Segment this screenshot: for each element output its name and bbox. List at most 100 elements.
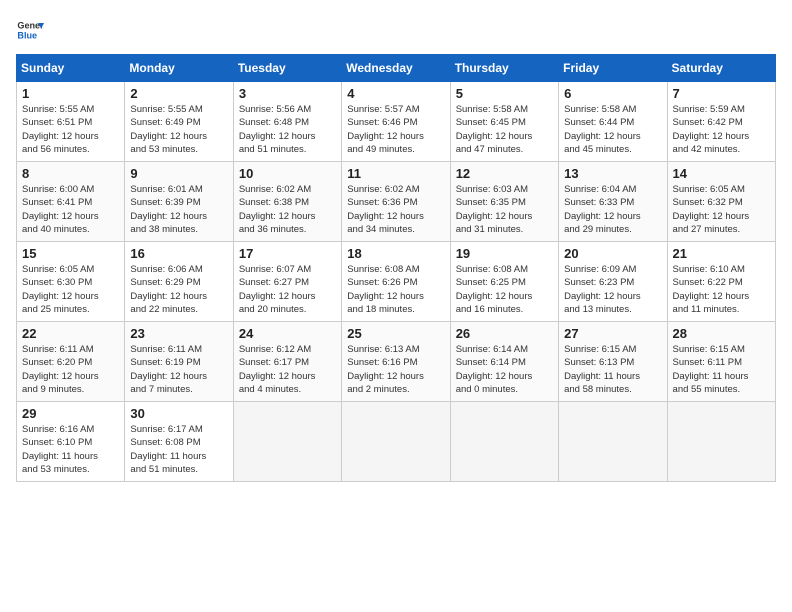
day-info: Sunrise: 6:05 AMSunset: 6:32 PMDaylight:… <box>673 183 770 236</box>
table-row: 11 Sunrise: 6:02 AMSunset: 6:36 PMDaylig… <box>342 162 450 242</box>
day-info: Sunrise: 6:02 AMSunset: 6:36 PMDaylight:… <box>347 183 444 236</box>
day-number: 22 <box>22 326 119 341</box>
table-row: 15 Sunrise: 6:05 AMSunset: 6:30 PMDaylig… <box>17 242 125 322</box>
day-number: 4 <box>347 86 444 101</box>
day-info: Sunrise: 5:57 AMSunset: 6:46 PMDaylight:… <box>347 103 444 156</box>
day-number: 14 <box>673 166 770 181</box>
table-row: 29 Sunrise: 6:16 AMSunset: 6:10 PMDaylig… <box>17 402 125 482</box>
day-number: 18 <box>347 246 444 261</box>
day-info: Sunrise: 6:03 AMSunset: 6:35 PMDaylight:… <box>456 183 553 236</box>
day-info: Sunrise: 6:17 AMSunset: 6:08 PMDaylight:… <box>130 423 227 476</box>
day-number: 23 <box>130 326 227 341</box>
calendar-week-row: 15 Sunrise: 6:05 AMSunset: 6:30 PMDaylig… <box>17 242 776 322</box>
day-info: Sunrise: 6:16 AMSunset: 6:10 PMDaylight:… <box>22 423 119 476</box>
table-row: 17 Sunrise: 6:07 AMSunset: 6:27 PMDaylig… <box>233 242 341 322</box>
day-info: Sunrise: 6:04 AMSunset: 6:33 PMDaylight:… <box>564 183 661 236</box>
day-info: Sunrise: 6:06 AMSunset: 6:29 PMDaylight:… <box>130 263 227 316</box>
table-row: 2 Sunrise: 5:55 AMSunset: 6:49 PMDayligh… <box>125 82 233 162</box>
table-row: 8 Sunrise: 6:00 AMSunset: 6:41 PMDayligh… <box>17 162 125 242</box>
day-info: Sunrise: 6:11 AMSunset: 6:19 PMDaylight:… <box>130 343 227 396</box>
day-number: 25 <box>347 326 444 341</box>
day-info: Sunrise: 5:58 AMSunset: 6:44 PMDaylight:… <box>564 103 661 156</box>
table-row: 16 Sunrise: 6:06 AMSunset: 6:29 PMDaylig… <box>125 242 233 322</box>
day-info: Sunrise: 6:15 AMSunset: 6:11 PMDaylight:… <box>673 343 770 396</box>
svg-text:Blue: Blue <box>17 30 37 40</box>
calendar-week-row: 29 Sunrise: 6:16 AMSunset: 6:10 PMDaylig… <box>17 402 776 482</box>
day-info: Sunrise: 6:07 AMSunset: 6:27 PMDaylight:… <box>239 263 336 316</box>
day-number: 12 <box>456 166 553 181</box>
table-row: 12 Sunrise: 6:03 AMSunset: 6:35 PMDaylig… <box>450 162 558 242</box>
day-info: Sunrise: 6:12 AMSunset: 6:17 PMDaylight:… <box>239 343 336 396</box>
day-info: Sunrise: 6:09 AMSunset: 6:23 PMDaylight:… <box>564 263 661 316</box>
day-number: 15 <box>22 246 119 261</box>
table-row <box>667 402 775 482</box>
table-row: 20 Sunrise: 6:09 AMSunset: 6:23 PMDaylig… <box>559 242 667 322</box>
day-number: 9 <box>130 166 227 181</box>
table-row: 24 Sunrise: 6:12 AMSunset: 6:17 PMDaylig… <box>233 322 341 402</box>
day-number: 2 <box>130 86 227 101</box>
day-info: Sunrise: 6:13 AMSunset: 6:16 PMDaylight:… <box>347 343 444 396</box>
calendar-table: SundayMondayTuesdayWednesdayThursdayFrid… <box>16 54 776 482</box>
day-number: 30 <box>130 406 227 421</box>
table-row: 1 Sunrise: 5:55 AMSunset: 6:51 PMDayligh… <box>17 82 125 162</box>
day-number: 19 <box>456 246 553 261</box>
table-row <box>450 402 558 482</box>
day-number: 24 <box>239 326 336 341</box>
table-row: 28 Sunrise: 6:15 AMSunset: 6:11 PMDaylig… <box>667 322 775 402</box>
day-info: Sunrise: 5:55 AMSunset: 6:51 PMDaylight:… <box>22 103 119 156</box>
day-info: Sunrise: 6:08 AMSunset: 6:26 PMDaylight:… <box>347 263 444 316</box>
weekday-header-row: SundayMondayTuesdayWednesdayThursdayFrid… <box>17 55 776 82</box>
table-row: 30 Sunrise: 6:17 AMSunset: 6:08 PMDaylig… <box>125 402 233 482</box>
calendar-week-row: 22 Sunrise: 6:11 AMSunset: 6:20 PMDaylig… <box>17 322 776 402</box>
table-row: 3 Sunrise: 5:56 AMSunset: 6:48 PMDayligh… <box>233 82 341 162</box>
table-row: 10 Sunrise: 6:02 AMSunset: 6:38 PMDaylig… <box>233 162 341 242</box>
day-number: 3 <box>239 86 336 101</box>
table-row: 26 Sunrise: 6:14 AMSunset: 6:14 PMDaylig… <box>450 322 558 402</box>
day-number: 1 <box>22 86 119 101</box>
day-number: 11 <box>347 166 444 181</box>
table-row <box>342 402 450 482</box>
table-row: 22 Sunrise: 6:11 AMSunset: 6:20 PMDaylig… <box>17 322 125 402</box>
table-row: 7 Sunrise: 5:59 AMSunset: 6:42 PMDayligh… <box>667 82 775 162</box>
table-row: 13 Sunrise: 6:04 AMSunset: 6:33 PMDaylig… <box>559 162 667 242</box>
day-info: Sunrise: 5:59 AMSunset: 6:42 PMDaylight:… <box>673 103 770 156</box>
calendar-week-row: 1 Sunrise: 5:55 AMSunset: 6:51 PMDayligh… <box>17 82 776 162</box>
weekday-header-wednesday: Wednesday <box>342 55 450 82</box>
table-row: 27 Sunrise: 6:15 AMSunset: 6:13 PMDaylig… <box>559 322 667 402</box>
table-row: 18 Sunrise: 6:08 AMSunset: 6:26 PMDaylig… <box>342 242 450 322</box>
weekday-header-friday: Friday <box>559 55 667 82</box>
weekday-header-sunday: Sunday <box>17 55 125 82</box>
day-number: 8 <box>22 166 119 181</box>
table-row: 23 Sunrise: 6:11 AMSunset: 6:19 PMDaylig… <box>125 322 233 402</box>
calendar-week-row: 8 Sunrise: 6:00 AMSunset: 6:41 PMDayligh… <box>17 162 776 242</box>
day-info: Sunrise: 5:58 AMSunset: 6:45 PMDaylight:… <box>456 103 553 156</box>
day-info: Sunrise: 6:05 AMSunset: 6:30 PMDaylight:… <box>22 263 119 316</box>
table-row: 19 Sunrise: 6:08 AMSunset: 6:25 PMDaylig… <box>450 242 558 322</box>
day-number: 28 <box>673 326 770 341</box>
weekday-header-tuesday: Tuesday <box>233 55 341 82</box>
table-row <box>559 402 667 482</box>
table-row: 9 Sunrise: 6:01 AMSunset: 6:39 PMDayligh… <box>125 162 233 242</box>
weekday-header-thursday: Thursday <box>450 55 558 82</box>
day-info: Sunrise: 6:11 AMSunset: 6:20 PMDaylight:… <box>22 343 119 396</box>
day-number: 26 <box>456 326 553 341</box>
table-row: 25 Sunrise: 6:13 AMSunset: 6:16 PMDaylig… <box>342 322 450 402</box>
day-number: 7 <box>673 86 770 101</box>
table-row: 5 Sunrise: 5:58 AMSunset: 6:45 PMDayligh… <box>450 82 558 162</box>
day-number: 16 <box>130 246 227 261</box>
header: General Blue <box>16 16 776 44</box>
weekday-header-monday: Monday <box>125 55 233 82</box>
day-number: 10 <box>239 166 336 181</box>
day-info: Sunrise: 6:15 AMSunset: 6:13 PMDaylight:… <box>564 343 661 396</box>
day-number: 17 <box>239 246 336 261</box>
logo-icon: General Blue <box>16 16 44 44</box>
day-number: 21 <box>673 246 770 261</box>
day-info: Sunrise: 6:14 AMSunset: 6:14 PMDaylight:… <box>456 343 553 396</box>
table-row: 14 Sunrise: 6:05 AMSunset: 6:32 PMDaylig… <box>667 162 775 242</box>
table-row: 4 Sunrise: 5:57 AMSunset: 6:46 PMDayligh… <box>342 82 450 162</box>
day-number: 13 <box>564 166 661 181</box>
day-number: 27 <box>564 326 661 341</box>
day-number: 20 <box>564 246 661 261</box>
day-info: Sunrise: 6:02 AMSunset: 6:38 PMDaylight:… <box>239 183 336 236</box>
day-info: Sunrise: 5:56 AMSunset: 6:48 PMDaylight:… <box>239 103 336 156</box>
